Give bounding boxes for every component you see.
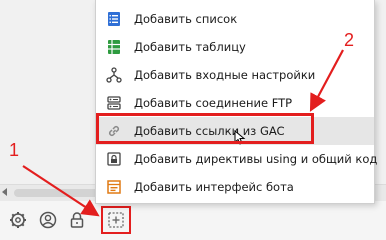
menu-item-label: Добавить таблицу	[134, 40, 246, 54]
link-icon	[105, 122, 123, 140]
code-lock-icon	[105, 150, 123, 168]
settings-icon	[10, 212, 26, 228]
add-button-highlight-box	[101, 206, 131, 234]
menu-item-add-ftp[interactable]: Добавить соединение FTP	[96, 89, 374, 117]
user-button[interactable]	[38, 210, 58, 230]
app-window: Добавить список Добавить таблицу Добавит…	[0, 0, 386, 240]
menu-item-label: Добавить интерфейс бота	[134, 180, 294, 194]
user-icon	[39, 211, 57, 229]
annotation-number-2: 2	[344, 30, 355, 50]
annotation-number-1: 1	[9, 140, 20, 160]
bottom-toolbar	[0, 201, 386, 240]
menu-item-add-gac-links[interactable]: Добавить ссылки из GAC	[96, 117, 374, 145]
menu-item-label: Добавить директивы using и общий код	[134, 152, 378, 166]
menu-item-label: Добавить входные настройки	[134, 68, 316, 82]
scroll-left-arrow-icon[interactable]	[2, 188, 7, 196]
mouse-cursor-icon	[234, 130, 246, 145]
input-settings-icon	[105, 66, 123, 84]
lock-icon	[70, 212, 84, 228]
list-icon	[105, 10, 123, 28]
add-context-menu: Добавить список Добавить таблицу Добавит…	[95, 0, 378, 204]
menu-item-label: Добавить ссылки из GAC	[134, 124, 285, 138]
menu-item-add-using-directives[interactable]: Добавить директивы using и общий код	[96, 145, 378, 173]
menu-item-add-list[interactable]: Добавить список	[96, 5, 374, 33]
menu-item-add-table[interactable]: Добавить таблицу	[96, 33, 374, 61]
menu-item-label: Добавить соединение FTP	[134, 96, 293, 110]
settings-button[interactable]	[8, 210, 28, 230]
bot-interface-icon	[105, 178, 123, 196]
lock-button[interactable]	[67, 210, 87, 230]
menu-item-add-input-settings[interactable]: Добавить входные настройки	[96, 61, 374, 89]
ftp-server-icon	[105, 94, 123, 112]
menu-item-add-bot-interface[interactable]: Добавить интерфейс бота	[96, 173, 374, 201]
menu-item-label: Добавить список	[134, 12, 238, 26]
table-icon	[105, 38, 123, 56]
